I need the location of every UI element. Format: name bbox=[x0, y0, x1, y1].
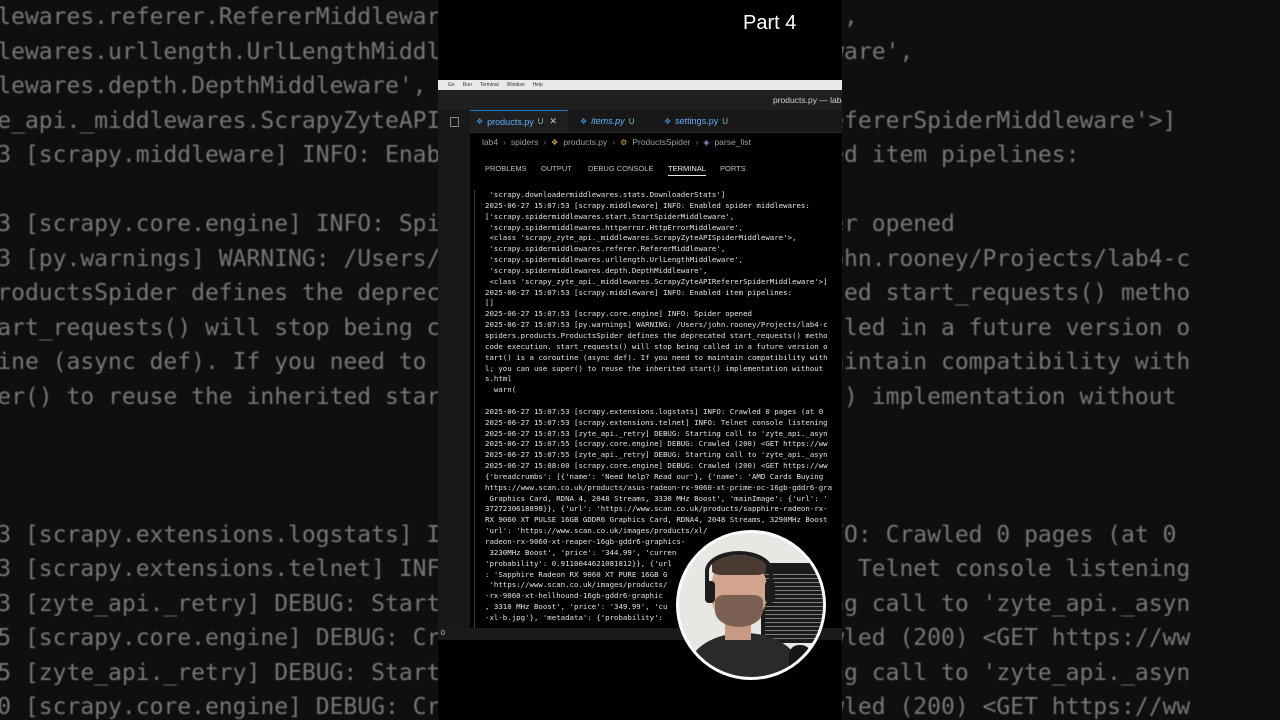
files-icon[interactable] bbox=[450, 117, 459, 127]
breadcrumb-item[interactable]: parse_list bbox=[714, 137, 750, 147]
python-file-icon: ❖ bbox=[580, 116, 588, 126]
tab-settings-py[interactable]: ❖ settings.py U bbox=[658, 110, 734, 132]
tab-label: items.py bbox=[591, 116, 625, 126]
breadcrumb: lab4 › spiders › ❖ products.py › ⚙ Produ… bbox=[482, 136, 751, 148]
tab-debug-console[interactable]: DEBUG CONSOLE bbox=[588, 164, 653, 173]
background-terminal-text: 'scrapy.spidermiddlewares.referer.Refere… bbox=[842, 4, 1191, 720]
tab-label: settings.py bbox=[675, 116, 719, 126]
editor-tabs: ❖ products.py U ✕ ❖ items.py U ❖ setting… bbox=[470, 110, 842, 133]
tab-ports[interactable]: PORTS bbox=[720, 164, 746, 173]
close-icon[interactable]: ✕ bbox=[549, 116, 557, 127]
tab-label: products.py bbox=[487, 116, 534, 127]
menu-item-go[interactable]: Go bbox=[448, 82, 455, 88]
method-icon: ◈ bbox=[703, 137, 710, 147]
tab-problems[interactable]: PROBLEMS bbox=[485, 164, 527, 173]
chevron-right-icon: › bbox=[612, 137, 616, 147]
presenter-beard bbox=[715, 595, 763, 627]
background-zoom-right: 'scrapy.spidermiddlewares.referer.Refere… bbox=[842, 0, 1280, 720]
python-file-icon: ❖ bbox=[664, 116, 672, 126]
chevron-right-icon: › bbox=[695, 137, 699, 147]
python-file-icon: ❖ bbox=[551, 137, 559, 147]
python-file-icon: ❖ bbox=[476, 117, 484, 126]
microphone-icon bbox=[789, 645, 811, 677]
menu-item-run[interactable]: Run bbox=[463, 82, 472, 88]
breadcrumb-item[interactable]: spiders bbox=[511, 137, 538, 147]
headphones bbox=[705, 551, 773, 591]
chevron-right-icon: › bbox=[543, 137, 547, 147]
untracked-badge: U bbox=[628, 116, 635, 126]
activity-bar bbox=[438, 110, 470, 640]
headphone-earcup bbox=[705, 581, 715, 603]
untracked-badge: U bbox=[722, 116, 728, 126]
panel-tabs: PROBLEMS OUTPUT DEBUG CONSOLE TERMINAL P… bbox=[470, 158, 842, 180]
headphone-earcup bbox=[765, 581, 775, 603]
menu-item-help[interactable]: Help bbox=[533, 82, 543, 88]
breadcrumb-item[interactable]: products.py bbox=[563, 137, 607, 147]
status-text: 0 bbox=[441, 630, 445, 637]
chevron-right-icon: › bbox=[503, 137, 506, 147]
background-zoom-left: 'scrapy.spidermiddlewares.referer.Refere… bbox=[0, 0, 438, 720]
tab-products-py[interactable]: ❖ products.py U ✕ bbox=[470, 110, 568, 132]
menu-item-window[interactable]: Window bbox=[507, 82, 525, 88]
breadcrumb-item[interactable]: ProductsSpider bbox=[632, 137, 690, 147]
window-titlebar: products.py — lab4 bbox=[438, 90, 842, 110]
window-title: products.py — lab4 bbox=[773, 95, 842, 105]
menu-item-terminal[interactable]: Terminal bbox=[480, 82, 499, 88]
tab-terminal[interactable]: TERMINAL bbox=[668, 164, 706, 176]
background-terminal-text: 'scrapy.spidermiddlewares.referer.Refere… bbox=[0, 4, 438, 720]
mac-menubar: Go Run Terminal Window Help bbox=[438, 80, 842, 90]
tab-output[interactable]: OUTPUT bbox=[541, 164, 572, 173]
webcam-overlay bbox=[676, 530, 826, 680]
part-label: Part 4 bbox=[743, 12, 797, 34]
untracked-badge: U bbox=[537, 117, 544, 126]
tab-items-py[interactable]: ❖ items.py U bbox=[574, 110, 640, 132]
class-icon: ⚙ bbox=[620, 137, 628, 147]
breadcrumb-item[interactable]: lab4 bbox=[482, 137, 498, 147]
